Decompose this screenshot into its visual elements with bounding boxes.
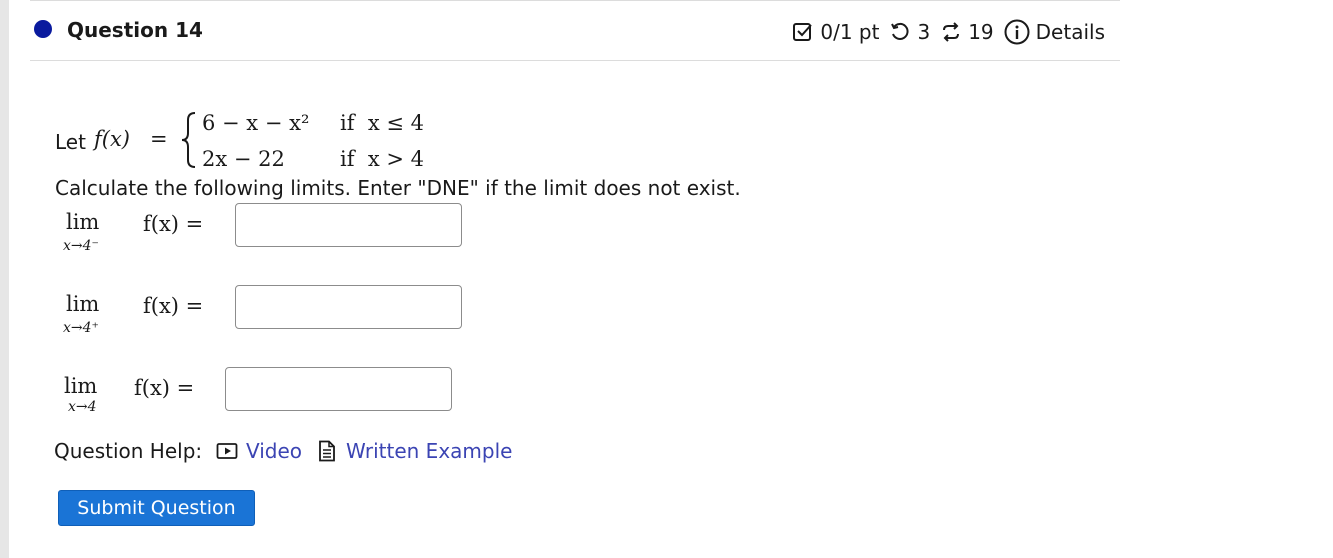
limit-expression: f(x) = bbox=[143, 212, 204, 236]
limit-expression: f(x) = bbox=[134, 376, 195, 400]
video-link[interactable]: Video bbox=[246, 439, 302, 463]
case-condition: if x > 4 bbox=[340, 147, 424, 171]
case-condition: if x ≤ 4 bbox=[340, 111, 424, 135]
retries-value: 3 bbox=[917, 20, 931, 44]
two-sided-limit-answer-input[interactable] bbox=[225, 367, 452, 411]
equals-sign: = bbox=[150, 127, 168, 151]
retry-icon bbox=[889, 21, 911, 43]
info-icon[interactable] bbox=[1004, 19, 1030, 45]
left-limit-answer-input[interactable] bbox=[235, 203, 462, 247]
left-brace bbox=[181, 112, 196, 168]
lim-subscript: x→4 bbox=[68, 399, 97, 415]
case-expression: 2x − 22 bbox=[202, 147, 285, 171]
right-limit-answer-input[interactable] bbox=[235, 285, 462, 329]
let-label: Let bbox=[55, 130, 86, 154]
question-title: Question 14 bbox=[67, 18, 203, 42]
question-meta: 0/1 pt 3 19 Details bbox=[792, 19, 1105, 45]
details-link[interactable]: Details bbox=[1036, 20, 1105, 44]
lim-word: lim bbox=[66, 210, 100, 234]
left-scroll-gutter bbox=[0, 0, 9, 558]
instructions: Calculate the following limits. Enter "D… bbox=[55, 176, 741, 200]
written-example-link[interactable]: Written Example bbox=[346, 439, 512, 463]
question-header: Question 14 0/1 pt 3 19 Details bbox=[30, 0, 1120, 61]
submit-question-button[interactable]: Submit Question bbox=[58, 490, 255, 526]
case-expression: 6 − x − x² bbox=[202, 111, 310, 135]
question-help-label: Question Help: bbox=[54, 439, 203, 463]
lim-subscript: x→4⁺ bbox=[63, 320, 99, 336]
question-status-dot bbox=[34, 20, 52, 38]
lim-word: lim bbox=[64, 374, 98, 398]
limit-expression: f(x) = bbox=[143, 294, 204, 318]
video-icon[interactable] bbox=[216, 440, 238, 462]
lim-word: lim bbox=[66, 292, 100, 316]
lim-subscript: x→4⁻ bbox=[63, 238, 99, 254]
score-value: 0/1 pt bbox=[820, 20, 880, 44]
document-icon[interactable] bbox=[316, 440, 338, 462]
checkbox-icon bbox=[792, 21, 814, 43]
function-lhs: f(x) bbox=[94, 127, 131, 151]
attempts-value: 19 bbox=[968, 20, 994, 44]
attempts-icon bbox=[940, 21, 962, 43]
